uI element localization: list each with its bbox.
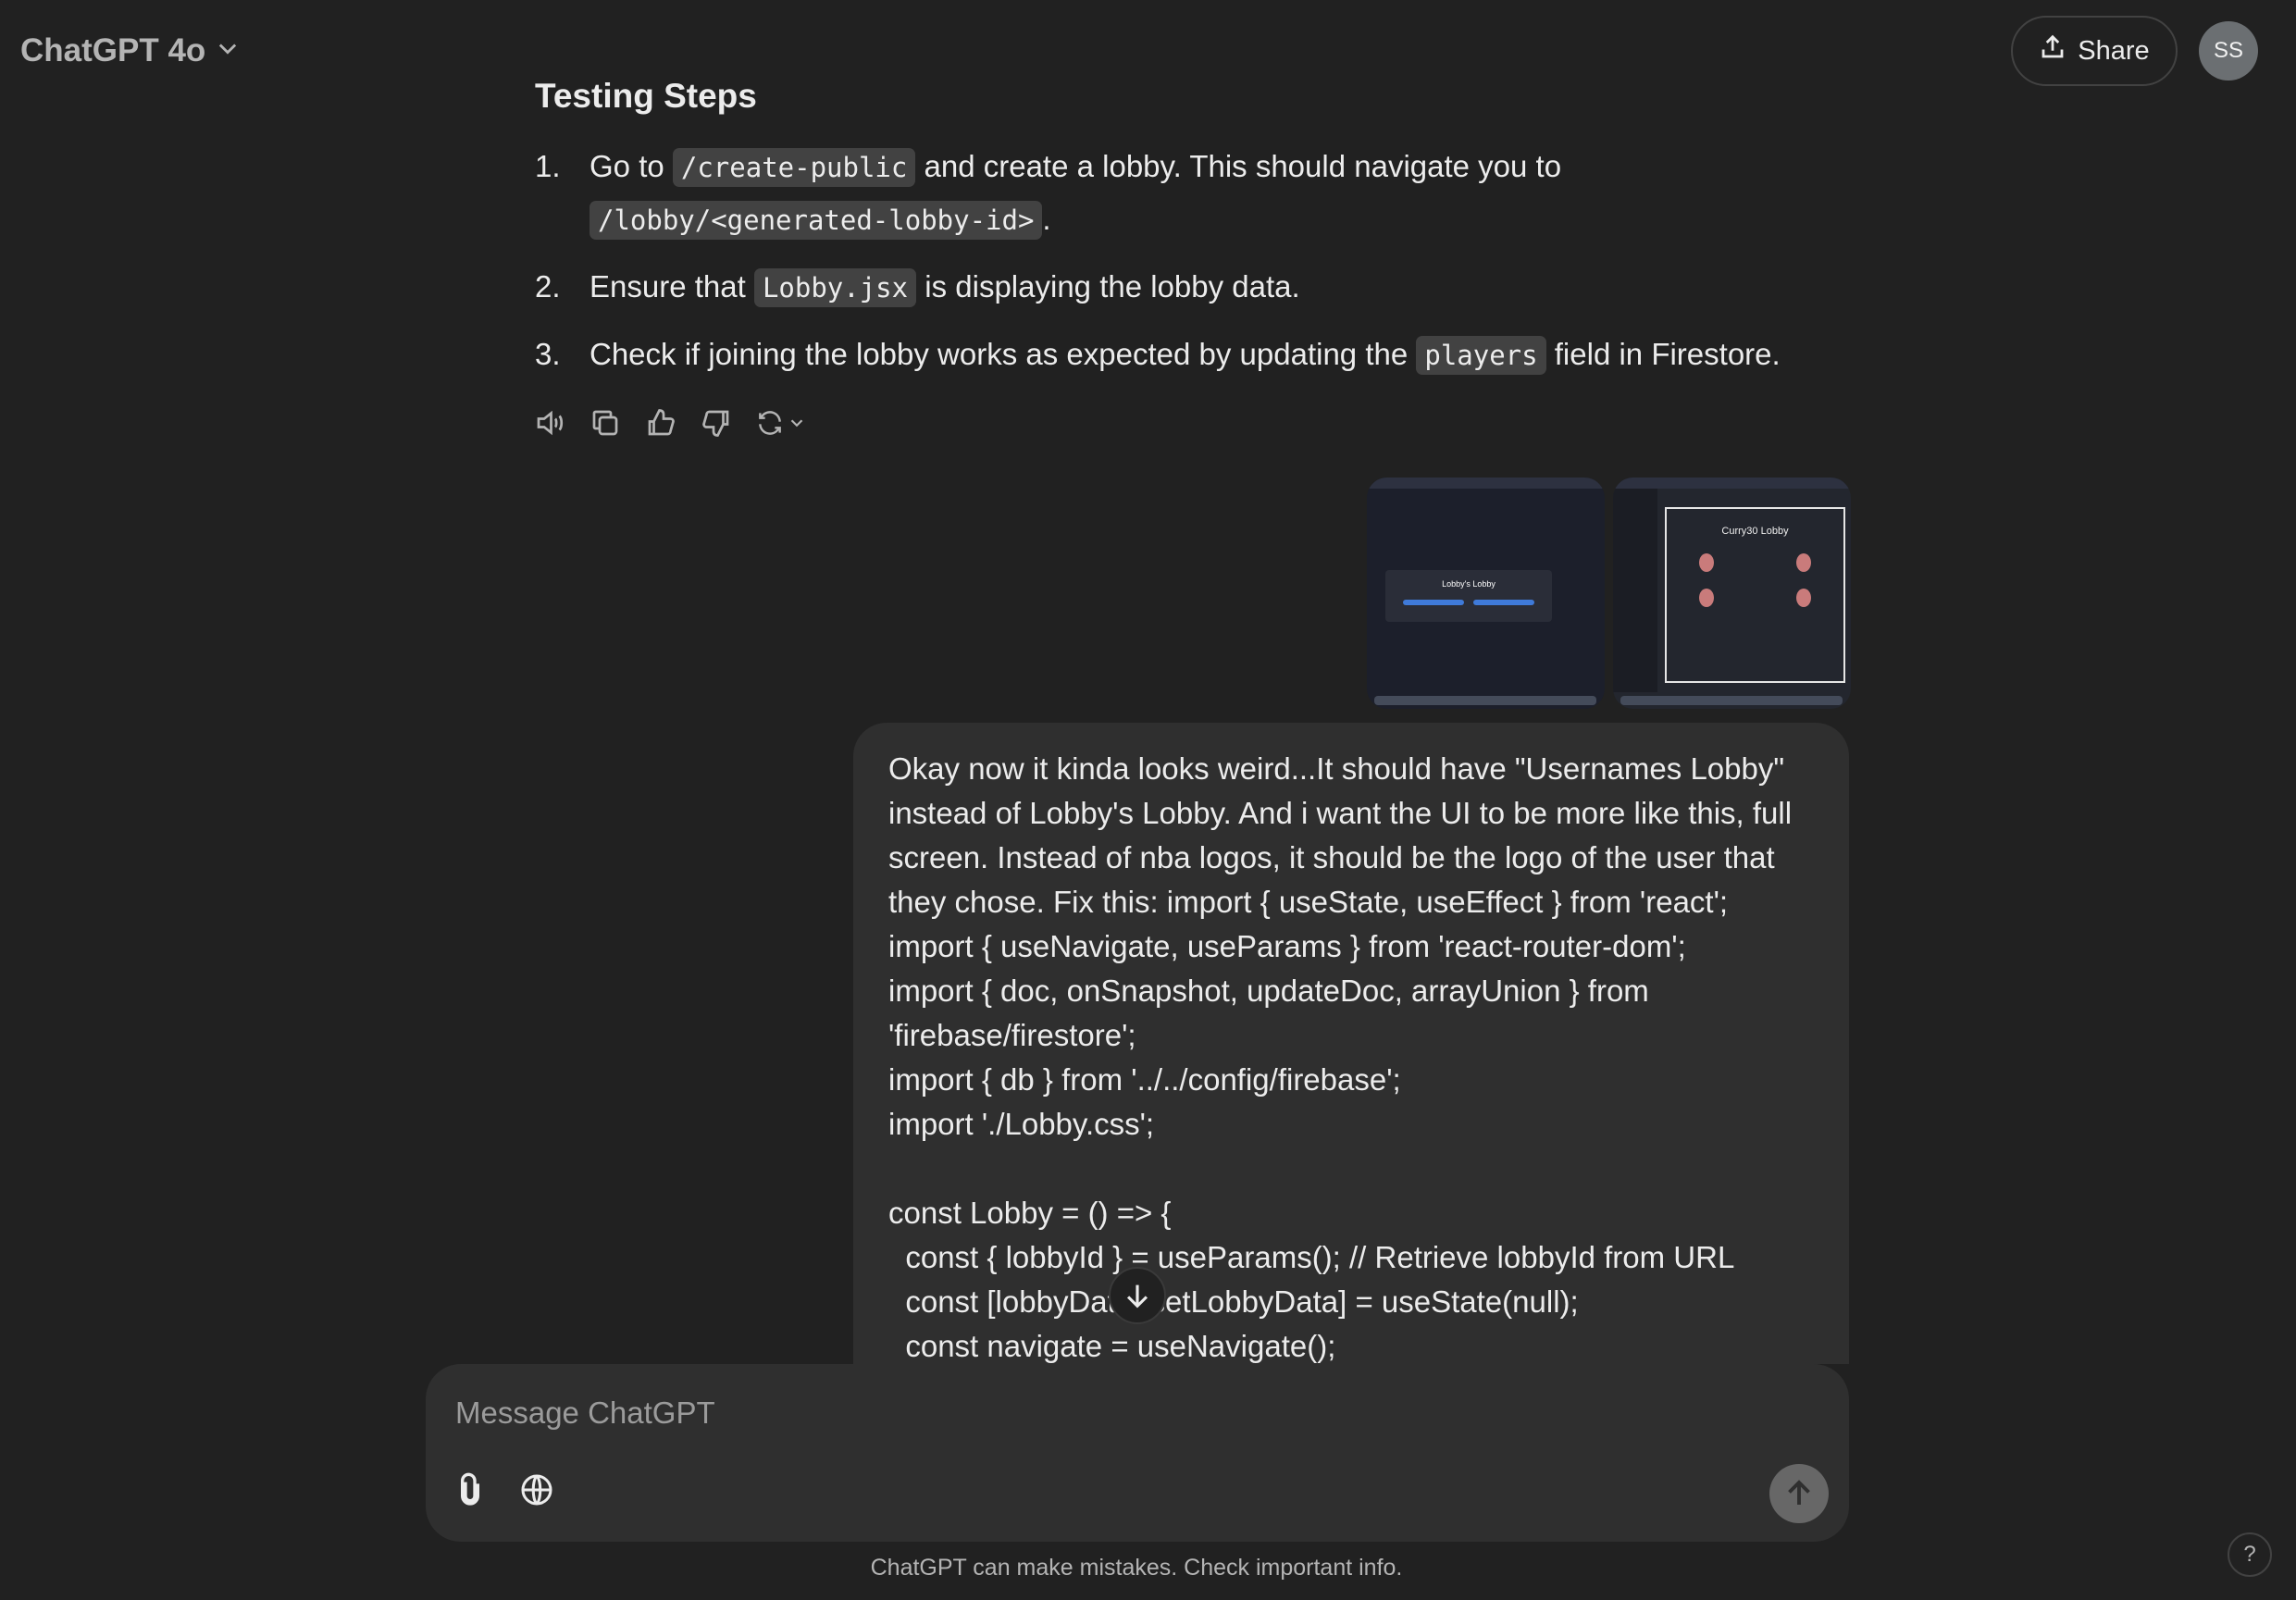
attachment-image[interactable]: Lobby's Lobby (1367, 478, 1605, 709)
conversation[interactable]: Testing Steps 1. Go to /create-public an… (0, 72, 2296, 1364)
list-item: 1. Go to /create-public and create a lob… (535, 141, 1849, 246)
list-item: 2. Ensure that Lobby.jsx is displaying t… (535, 261, 1849, 314)
model-switcher[interactable]: ChatGPT 4o (20, 26, 241, 76)
step-number: 1. (535, 149, 561, 183)
thumb-window-bar (1367, 478, 1605, 489)
message-composer (426, 1364, 1849, 1542)
thumbs-up-icon[interactable] (644, 405, 679, 440)
step-text-part: Check if joining the lobby works as expe… (590, 337, 1417, 371)
regenerate-button[interactable] (755, 408, 807, 438)
regenerate-icon (759, 411, 781, 435)
paperclip-icon (461, 1472, 479, 1506)
web-search-button[interactable] (511, 1464, 563, 1516)
help-button[interactable]: ? (2228, 1532, 2272, 1577)
attachment-thumbnails: Lobby's Lobby Curry30 Lobby (1367, 478, 1851, 709)
arrow-up-icon (1788, 1480, 1810, 1505)
share-label: Share (2078, 35, 2150, 66)
chevron-down-icon (215, 32, 241, 69)
inline-code: players (1416, 336, 1546, 375)
thumb-dock (1374, 696, 1596, 705)
chevron-down-icon (790, 419, 803, 428)
steps-list: 1. Go to /create-public and create a lob… (535, 141, 1849, 396)
scroll-to-bottom-button[interactable] (1109, 1267, 1166, 1324)
step-text-part: field in Firestore. (1545, 337, 1781, 371)
list-item: 3. Check if joining the lobby works as e… (535, 329, 1849, 381)
thumb-lobby-title: Curry30 Lobby (1721, 526, 1789, 537)
thumb-dock (1620, 696, 1843, 705)
assistant-heading: Testing Steps (535, 77, 757, 115)
send-button[interactable] (1769, 1464, 1829, 1523)
thumb-players (1667, 553, 1843, 607)
model-label: ChatGPT 4o (20, 32, 206, 68)
thumbs-down-icon[interactable] (700, 405, 735, 440)
user-message: Okay now it kinda looks weird...It shoul… (853, 723, 1849, 1364)
attachment-image[interactable]: Curry30 Lobby (1613, 478, 1851, 709)
arrow-down-icon (1126, 1284, 1148, 1309)
inline-code: Lobby.jsx (753, 268, 917, 307)
message-input[interactable] (455, 1388, 1751, 1438)
step-text: Check if joining the lobby works as expe… (590, 329, 1849, 381)
disclaimer: ChatGPT can make mistakes. Check importa… (870, 1555, 1403, 1581)
step-text: Ensure that Lobby.jsx is displaying the … (590, 261, 1849, 314)
speaker-icon[interactable] (533, 405, 568, 440)
step-text: Go to /create-public and create a lobby.… (590, 141, 1849, 246)
message-actions (533, 405, 807, 440)
globe-icon (521, 1474, 552, 1506)
inline-code: /create-public (672, 148, 916, 187)
copy-icon[interactable] (589, 405, 624, 440)
thumb-lobby-title: Lobby's Lobby (1442, 579, 1496, 589)
step-text-part: . (1042, 202, 1051, 236)
step-number: 2. (535, 269, 561, 304)
thumb-sidebar (1613, 489, 1657, 692)
thumb-lobby-card: Lobby's Lobby (1385, 570, 1552, 622)
share-icon (2039, 33, 2066, 68)
thumb-window-bar (1613, 478, 1851, 489)
attach-button[interactable] (444, 1464, 496, 1516)
step-text-part: Go to (590, 149, 673, 183)
step-text-part: is displaying the lobby data. (916, 269, 1300, 304)
thumb-buttons (1385, 600, 1552, 605)
inline-code: /lobby/<generated-lobby-id> (590, 201, 1043, 240)
step-text-part: Ensure that (590, 269, 754, 304)
step-text-part: and create a lobby. This should navigate… (915, 149, 1562, 183)
step-number: 3. (535, 337, 561, 371)
thumb-lobby-canvas: Curry30 Lobby (1665, 507, 1845, 683)
